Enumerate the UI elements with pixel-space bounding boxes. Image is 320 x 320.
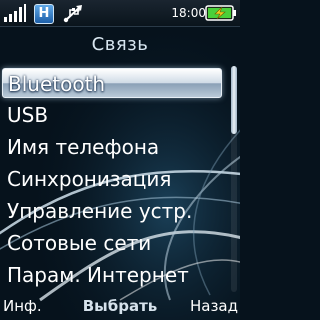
menu-item-phone-name[interactable]: Имя телефона — [2, 132, 222, 162]
battery-charging-icon — [205, 5, 236, 21]
back-softkey[interactable]: Назад — [190, 296, 238, 316]
status-bar: H 18:00 — [0, 0, 240, 27]
softkey-bar: Инф. Выбрать Назад — [0, 292, 240, 320]
scrollbar-thumb[interactable] — [231, 66, 237, 134]
hspa-icon: H — [34, 4, 54, 24]
menu-item-bluetooth[interactable]: Bluetooth — [2, 68, 222, 98]
menu-item-mobile-networks[interactable]: Сотовые сети — [2, 228, 222, 258]
phone-screen: H 18:00 Связь Bluetooth USB Имя телефона… — [0, 0, 240, 320]
page-title: Связь — [91, 34, 149, 55]
scrollbar[interactable] — [231, 66, 237, 292]
menu-item-usb[interactable]: USB — [2, 100, 222, 130]
usb-icon — [63, 5, 82, 23]
menu-item-sync[interactable]: Синхронизация — [2, 164, 222, 194]
signal-icon — [4, 4, 26, 22]
clock: 18:00 — [171, 6, 206, 20]
menu-item-device-management[interactable]: Управление устр. — [2, 196, 222, 226]
menu-item-internet-settings[interactable]: Парам. Интернет — [2, 260, 222, 290]
